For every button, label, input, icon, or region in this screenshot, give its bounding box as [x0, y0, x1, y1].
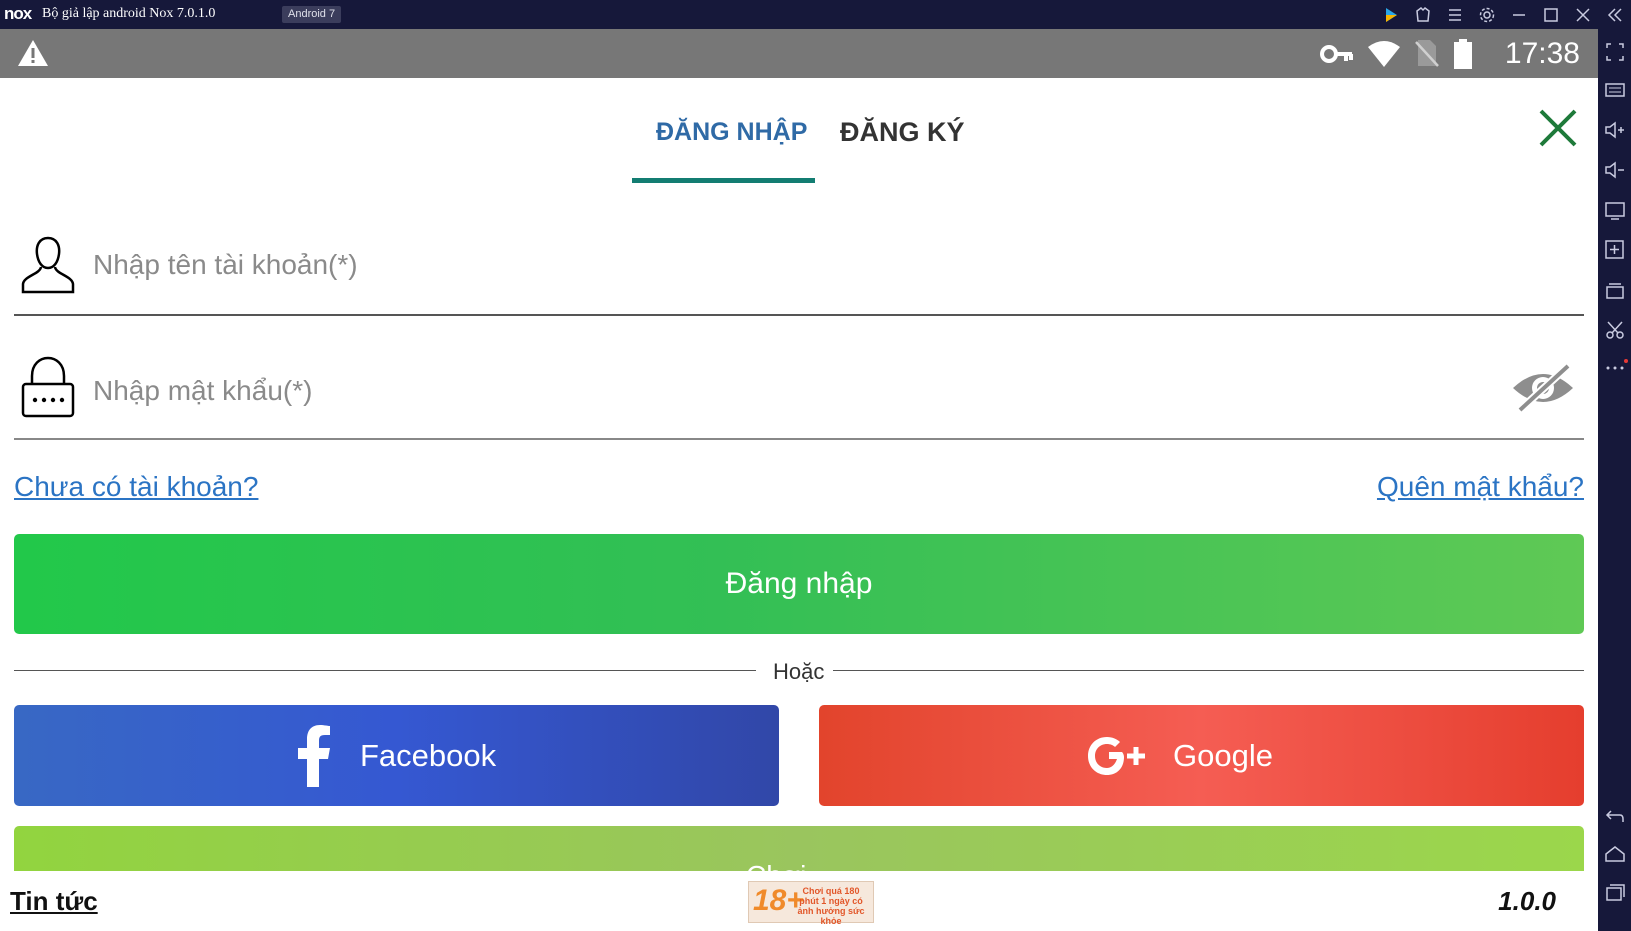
- username-input[interactable]: [91, 248, 1395, 282]
- divider-right: [833, 670, 1584, 671]
- toggle-password-visibility-icon[interactable]: [1510, 358, 1576, 418]
- active-tab-indicator: [632, 178, 815, 183]
- menu-icon[interactable]: [1444, 4, 1466, 26]
- play-store-icon[interactable]: [1380, 4, 1402, 26]
- google-label: Google: [1173, 738, 1273, 773]
- health-warning-text: Chơi quá 180 phút 1 ngày có ảnh hưởng sứ…: [797, 886, 865, 926]
- maximize-icon[interactable]: [1540, 4, 1562, 26]
- tab-register[interactable]: ĐĂNG KÝ: [840, 117, 965, 148]
- no-sim-icon: [1415, 40, 1439, 67]
- back-icon[interactable]: [1602, 803, 1628, 829]
- divider-left: [14, 670, 756, 671]
- android-status-bar: 17:38: [0, 29, 1598, 78]
- close-window-icon[interactable]: [1572, 4, 1594, 26]
- facebook-icon: [298, 725, 330, 787]
- battery-icon: [1454, 39, 1472, 69]
- or-label: Hoặc: [773, 659, 825, 684]
- emulator-sidebar: [1598, 29, 1631, 931]
- lock-icon: [21, 356, 75, 418]
- footer: Tin tức 18+ Chơi quá 180 phút 1 ngày có …: [0, 871, 1598, 931]
- clock: 17:38: [1504, 37, 1580, 70]
- no-account-link[interactable]: Chưa có tài khoản?: [14, 471, 258, 503]
- close-icon[interactable]: [1536, 106, 1580, 150]
- password-input[interactable]: [91, 374, 1395, 408]
- android-version-badge: Android 7: [282, 6, 342, 23]
- facebook-label: Facebook: [360, 738, 497, 773]
- window-title: Bộ giả lập android Nox 7.0.1.0: [42, 6, 216, 21]
- forgot-password-link[interactable]: Quên mật khẩu?: [1377, 471, 1584, 503]
- play-now-label: Chơi: [746, 860, 806, 871]
- login-button[interactable]: Đăng nhập: [14, 534, 1584, 634]
- settings-icon[interactable]: [1476, 4, 1498, 26]
- tab-login[interactable]: ĐĂNG NHẬP: [656, 118, 807, 147]
- app-version: 1.0.0: [1498, 886, 1556, 916]
- add-apk-icon[interactable]: [1602, 237, 1628, 263]
- password-field: [14, 350, 1584, 440]
- more-icon[interactable]: [1602, 355, 1628, 381]
- keyboard-icon[interactable]: [1602, 77, 1628, 103]
- news-link[interactable]: Tin tức: [10, 886, 98, 917]
- minimize-icon[interactable]: [1508, 4, 1530, 26]
- warning-icon: [18, 40, 48, 66]
- username-field: [14, 224, 1584, 316]
- screen-icon[interactable]: [1602, 197, 1628, 223]
- age-rating-badge: 18+ Chơi quá 180 phút 1 ngày có ảnh hưởn…: [748, 881, 874, 926]
- collapse-sidebar-icon[interactable]: [1604, 4, 1626, 26]
- wifi-icon: [1368, 41, 1400, 67]
- vpn-key-icon: [1320, 45, 1353, 63]
- fullscreen-icon[interactable]: [1602, 39, 1628, 65]
- play-now-button[interactable]: Chơi: [14, 826, 1584, 871]
- user-icon: [21, 236, 75, 294]
- volume-up-icon[interactable]: [1602, 117, 1628, 143]
- recent-apps-icon[interactable]: [1602, 879, 1628, 905]
- emulator-titlebar: nox Bộ giả lập android Nox 7.0.1.0 Andro…: [0, 0, 1631, 29]
- nox-logo: nox: [4, 4, 32, 23]
- volume-down-icon[interactable]: [1602, 157, 1628, 183]
- google-plus-icon: [1088, 737, 1145, 775]
- facebook-login-button[interactable]: Facebook: [14, 705, 779, 806]
- scissors-icon[interactable]: [1602, 317, 1628, 343]
- home-icon[interactable]: [1602, 841, 1628, 867]
- theme-icon[interactable]: [1412, 4, 1434, 26]
- multi-instance-icon[interactable]: [1602, 277, 1628, 303]
- google-login-button[interactable]: Google: [819, 705, 1584, 806]
